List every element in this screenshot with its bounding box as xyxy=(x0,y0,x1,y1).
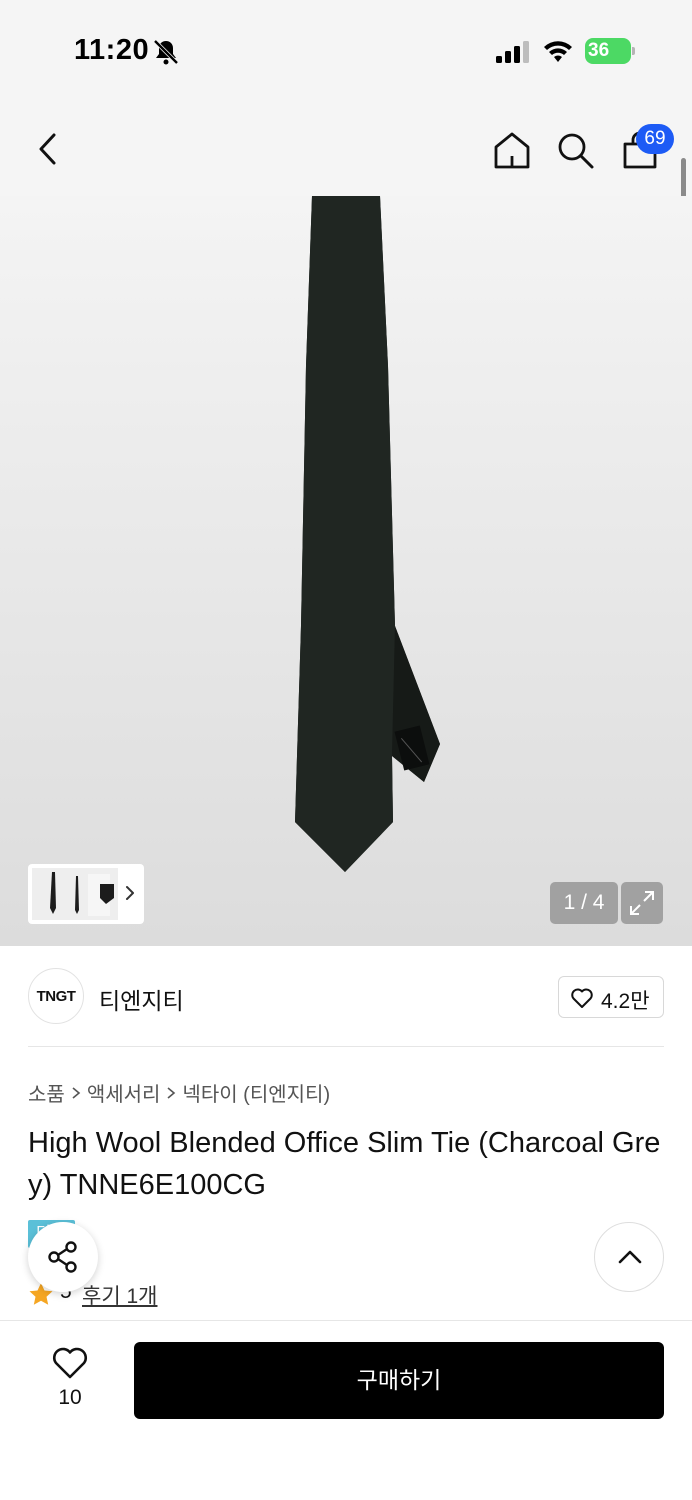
share-icon xyxy=(48,1241,77,1273)
brand-like-count: 4.2만 xyxy=(601,990,650,1013)
review-count-link[interactable]: 후기 1개 xyxy=(82,1280,157,1310)
brand-name[interactable]: 티엔지티 xyxy=(99,982,184,1016)
status-bar: 11:20 36 xyxy=(0,0,692,100)
bell-muted-icon xyxy=(153,39,179,65)
brand-like-button[interactable]: 4.2만 xyxy=(558,976,664,1018)
breadcrumb-item[interactable]: 소품 xyxy=(28,1078,65,1107)
battery-level: 36 xyxy=(588,40,610,61)
product-image-gallery[interactable]: 1 / 4 xyxy=(0,196,692,946)
heart-icon xyxy=(571,988,593,1008)
heart-icon[interactable] xyxy=(51,1346,89,1380)
fullscreen-button[interactable] xyxy=(621,882,663,924)
top-nav xyxy=(0,100,692,196)
divider xyxy=(28,1046,664,1047)
scroll-to-top-button[interactable] xyxy=(594,1222,664,1292)
breadcrumb: 소품 액세서리 넥타이 (티엔지티) xyxy=(28,1078,330,1107)
cart-count-badge: 69 xyxy=(636,124,674,154)
brand-logo[interactable]: TNGT xyxy=(28,968,84,1024)
wish-count: 10 xyxy=(58,1386,82,1409)
image-counter: 1 / 4 xyxy=(550,882,618,924)
battery-indicator: 36 xyxy=(585,38,635,64)
product-image xyxy=(295,196,440,872)
expand-icon xyxy=(630,891,654,915)
back-arrow-icon[interactable] xyxy=(32,130,66,168)
chevron-up-icon xyxy=(618,1250,642,1264)
cellular-signal-icon xyxy=(496,41,529,63)
home-icon[interactable] xyxy=(492,130,532,170)
product-title: High Wool Blended Office Slim Tie (Charc… xyxy=(28,1127,661,1201)
wifi-icon xyxy=(544,41,572,62)
share-button[interactable] xyxy=(28,1222,98,1292)
chevron-right-icon xyxy=(72,1086,81,1099)
chevron-right-icon[interactable] xyxy=(122,882,138,904)
breadcrumb-item[interactable]: 넥타이 (티엔지티) xyxy=(182,1078,330,1107)
status-time: 11:20 xyxy=(74,34,150,66)
chevron-right-icon xyxy=(167,1086,176,1099)
buy-button[interactable]: 구매하기 xyxy=(134,1342,664,1419)
breadcrumb-item[interactable]: 액세서리 xyxy=(87,1078,161,1107)
search-icon[interactable] xyxy=(555,130,595,170)
